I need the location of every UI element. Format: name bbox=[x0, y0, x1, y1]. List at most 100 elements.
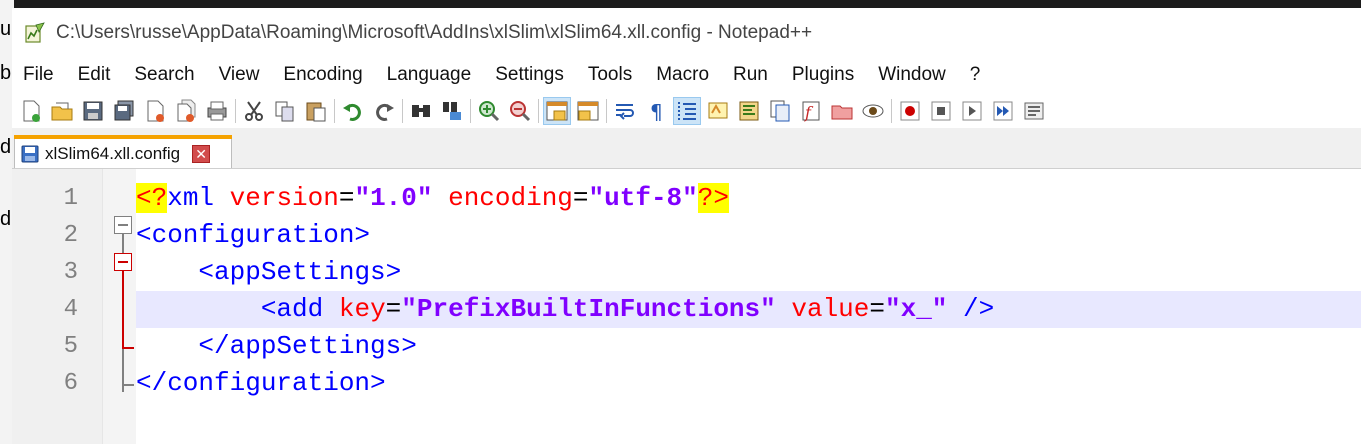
code-line[interactable]: 6 </configuration> bbox=[12, 365, 1361, 402]
code-line[interactable]: 3 <appSettings> bbox=[12, 254, 1361, 291]
menu-settings[interactable]: Settings bbox=[483, 64, 576, 86]
find-button[interactable] bbox=[408, 98, 434, 124]
token-attr: version bbox=[229, 183, 339, 213]
replace-button[interactable] bbox=[439, 98, 465, 124]
token-attr: key bbox=[338, 294, 386, 324]
line-number: 2 bbox=[63, 222, 78, 249]
cut-button[interactable] bbox=[241, 98, 267, 124]
zoom-out-button[interactable] bbox=[507, 98, 533, 124]
code-text[interactable]: </configuration> bbox=[136, 365, 386, 402]
code-text[interactable]: <appSettings> bbox=[136, 254, 401, 291]
floppy-save-icon bbox=[21, 145, 39, 162]
code-text[interactable]: </appSettings> bbox=[136, 328, 417, 365]
menu-file[interactable]: File bbox=[12, 64, 66, 86]
save-button[interactable] bbox=[80, 98, 106, 124]
token-eq: = bbox=[869, 294, 885, 324]
notepadpp-window: C:\Users\russe\AppData\Roaming\Microsoft… bbox=[12, 8, 1361, 444]
title-bar[interactable]: C:\Users\russe\AppData\Roaming\Microsoft… bbox=[12, 8, 1361, 58]
token-str: "utf-8" bbox=[588, 183, 698, 213]
token-str: "x_" bbox=[884, 294, 948, 324]
menu-help[interactable]: ? bbox=[958, 64, 993, 86]
menu-view[interactable]: View bbox=[207, 64, 272, 86]
function-list-button[interactable]: f bbox=[798, 98, 824, 124]
background-text: b bbox=[0, 62, 12, 84]
folder-workspace-button[interactable] bbox=[829, 98, 855, 124]
paste-button[interactable] bbox=[303, 98, 329, 124]
code-line[interactable]: 4 <add key="PrefixBuiltInFunctions" valu… bbox=[12, 291, 1361, 328]
code-text[interactable]: <add key="PrefixBuiltInFunctions" value=… bbox=[136, 291, 994, 328]
menu-edit[interactable]: Edit bbox=[66, 64, 123, 86]
tab-bar: xlSlim64.xll.config ✕ bbox=[12, 128, 1361, 169]
code-line[interactable]: 5 </appSettings> bbox=[12, 328, 1361, 365]
toolbar-separator bbox=[891, 99, 892, 123]
new-file-button[interactable] bbox=[18, 98, 44, 124]
line-number: 3 bbox=[63, 259, 78, 286]
token-tag: </appSettings> bbox=[198, 331, 417, 361]
token-eq: = bbox=[385, 294, 402, 324]
background-text: d bbox=[0, 208, 12, 230]
udl-button[interactable] bbox=[705, 98, 731, 124]
token-xml: xml bbox=[167, 183, 215, 213]
paste-icon bbox=[306, 102, 326, 122]
close-all-button[interactable] bbox=[173, 98, 199, 124]
sync-vertical-icon bbox=[546, 101, 568, 121]
open-file-button[interactable] bbox=[49, 98, 75, 124]
menu-macro[interactable]: Macro bbox=[644, 64, 721, 86]
indent-guide-button[interactable] bbox=[673, 97, 701, 125]
replace-icon bbox=[443, 102, 461, 120]
code-line[interactable]: 1 <?xml version="1.0" encoding="utf-8"?> bbox=[12, 180, 1361, 217]
monitoring-button[interactable] bbox=[860, 98, 886, 124]
new-file-icon bbox=[23, 100, 40, 122]
token-attr: encoding bbox=[448, 183, 573, 213]
menu-search[interactable]: Search bbox=[122, 64, 206, 86]
play-multiple-button[interactable] bbox=[990, 98, 1016, 124]
menu-encoding[interactable]: Encoding bbox=[271, 64, 374, 86]
code-editor[interactable]: 1 <?xml version="1.0" encoding="utf-8"?> 2… bbox=[12, 169, 1361, 444]
menu-run[interactable]: Run bbox=[721, 64, 780, 86]
play-macro-button[interactable] bbox=[959, 98, 985, 124]
sync-horizontal-button[interactable] bbox=[575, 98, 601, 124]
copy-icon bbox=[275, 101, 294, 122]
background-text: u bbox=[0, 18, 12, 40]
token-str: "1.0" bbox=[354, 183, 433, 213]
play-macro-icon bbox=[962, 101, 982, 121]
word-wrap-button[interactable] bbox=[612, 98, 638, 124]
code-line[interactable]: 2 <configuration> bbox=[12, 217, 1361, 254]
token-tag: </configuration> bbox=[136, 368, 386, 398]
window-title: C:\Users\russe\AppData\Roaming\Microsoft… bbox=[56, 22, 813, 43]
undo-button[interactable] bbox=[340, 98, 366, 124]
print-button[interactable] bbox=[204, 98, 230, 124]
zoom-in-button[interactable] bbox=[476, 98, 502, 124]
record-macro-button[interactable] bbox=[897, 98, 923, 124]
undo-icon bbox=[343, 103, 361, 121]
doc-map-button[interactable] bbox=[736, 98, 762, 124]
token-attr: value bbox=[791, 294, 870, 324]
close-button[interactable] bbox=[142, 98, 168, 124]
menu-language[interactable]: Language bbox=[375, 64, 484, 86]
tab-xlslim64-config[interactable]: xlSlim64.xll.config ✕ bbox=[14, 135, 232, 168]
stop-macro-button[interactable] bbox=[928, 98, 954, 124]
token-pi: ?> bbox=[697, 183, 729, 213]
find-icon bbox=[412, 105, 430, 117]
line-number: 6 bbox=[63, 370, 78, 397]
copy-button[interactable] bbox=[272, 98, 298, 124]
code-text[interactable]: <?xml version="1.0" encoding="utf-8"?> bbox=[136, 180, 729, 217]
redo-button[interactable] bbox=[371, 98, 397, 124]
menu-plugins[interactable]: Plugins bbox=[780, 64, 866, 86]
menu-window[interactable]: Window bbox=[866, 64, 958, 86]
redo-icon bbox=[376, 103, 394, 121]
zoom-out-icon bbox=[510, 101, 531, 122]
menu-tools[interactable]: Tools bbox=[576, 64, 644, 86]
doc-list-button[interactable] bbox=[767, 98, 793, 124]
tab-close-icon[interactable]: ✕ bbox=[192, 144, 211, 163]
toolbar: ¶ f bbox=[12, 94, 1361, 128]
save-all-button[interactable] bbox=[111, 98, 137, 124]
line-number: 5 bbox=[63, 333, 78, 360]
show-all-chars-button[interactable]: ¶ bbox=[643, 98, 669, 124]
save-macro-button[interactable] bbox=[1021, 98, 1047, 124]
sync-vertical-button[interactable] bbox=[543, 97, 571, 125]
svg-text:¶: ¶ bbox=[650, 100, 663, 123]
code-text[interactable]: <configuration> bbox=[136, 217, 370, 254]
